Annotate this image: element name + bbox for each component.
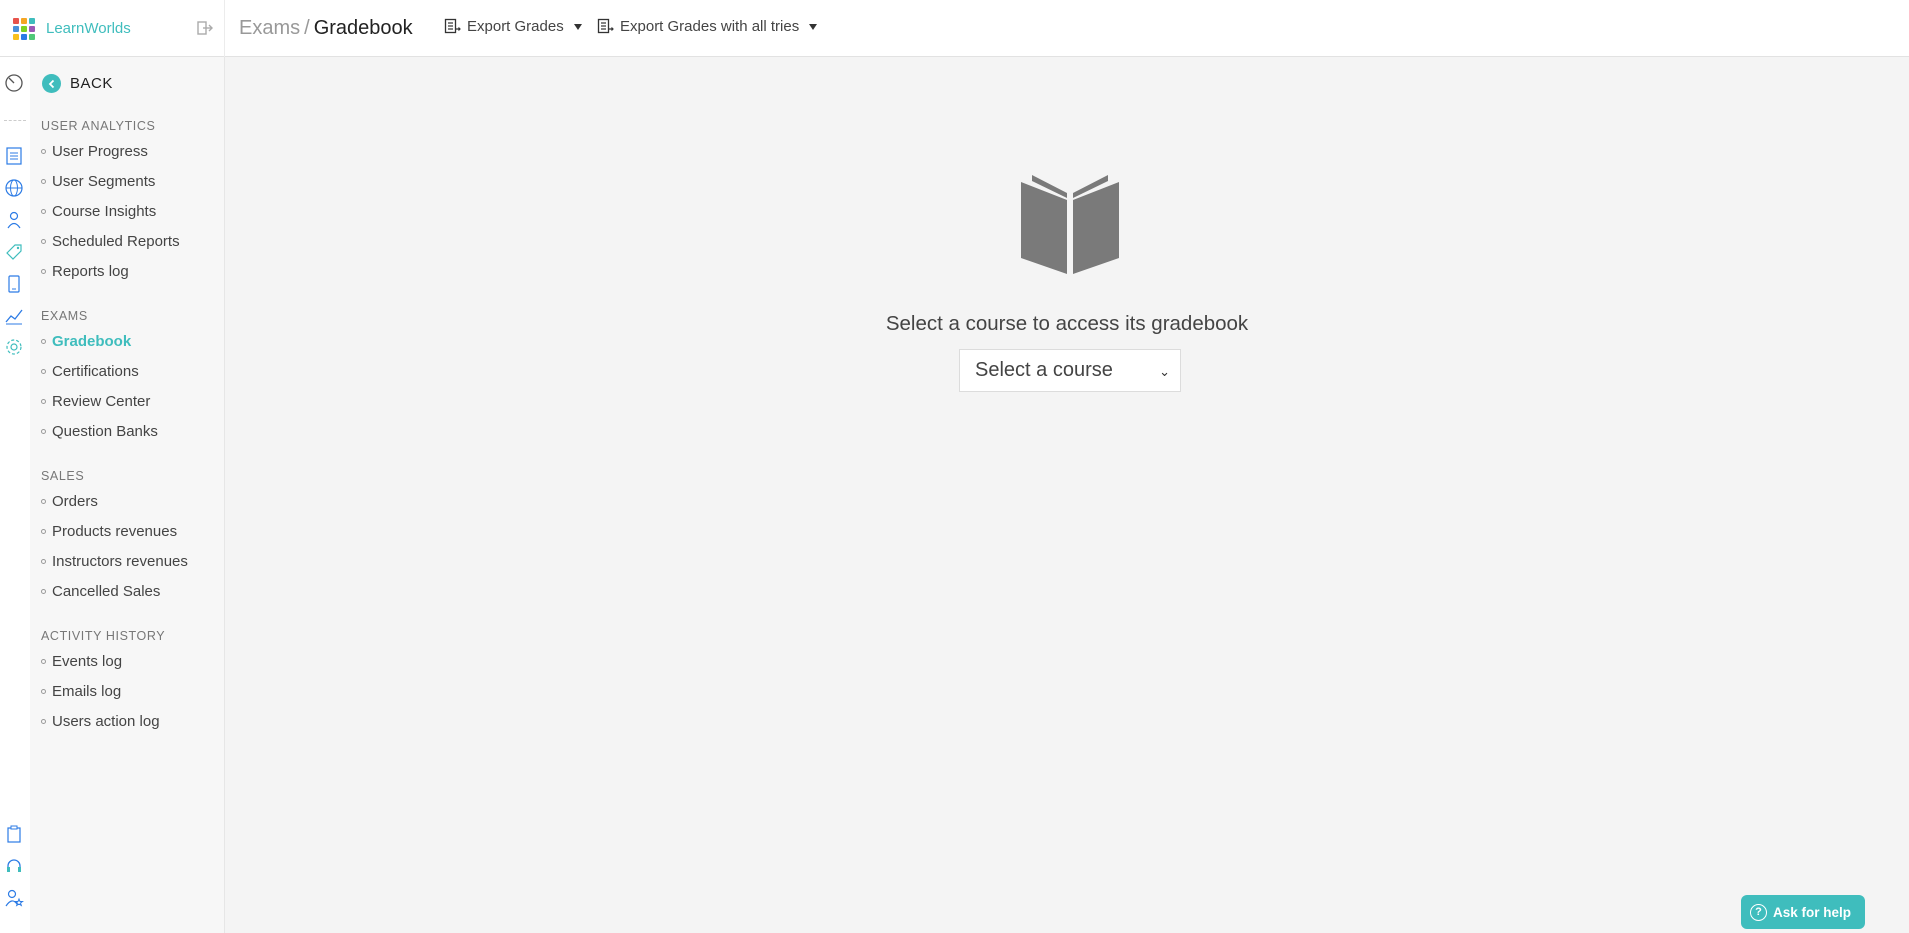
sidebar-item-events-log[interactable]: Events log xyxy=(41,653,122,670)
sidebar-item-review-center[interactable]: Review Center xyxy=(41,393,150,410)
sidebar: BACK USER ANALYTICS User Progress User S… xyxy=(30,57,225,933)
users-icon[interactable] xyxy=(4,210,24,230)
page-title: Gradebook xyxy=(313,17,413,39)
sidebar-item-cancelled-sales[interactable]: Cancelled Sales xyxy=(41,583,160,600)
sidebar-item-emails-log[interactable]: Emails log xyxy=(41,683,121,700)
icon-rail xyxy=(0,57,30,933)
export-grades-label: Export Grades xyxy=(467,18,564,35)
empty-state-message: Select a course to access its gradebook xyxy=(885,312,1249,335)
sidebar-item-instructors-revenues[interactable]: Instructors revenues xyxy=(41,553,188,570)
user-star-icon[interactable] xyxy=(4,888,24,908)
top-bar: LearnWorlds Exams / Gradebook Export Grade… xyxy=(0,0,1909,57)
globe-icon[interactable] xyxy=(4,178,24,198)
tag-icon[interactable] xyxy=(4,242,24,262)
logout-icon[interactable] xyxy=(196,19,214,37)
sidebar-item-gradebook[interactable]: Gradebook xyxy=(41,333,131,350)
ask-for-help-button[interactable]: ? Ask for help xyxy=(1741,895,1865,929)
brand-area: LearnWorlds xyxy=(0,0,225,57)
pages-icon[interactable] xyxy=(4,146,24,166)
breadcrumb-separator: / xyxy=(304,17,310,39)
headset-icon[interactable] xyxy=(4,856,24,876)
sidebar-item-user-progress[interactable]: User Progress xyxy=(41,143,148,160)
export-grades-button[interactable]: Export Grades xyxy=(444,18,582,35)
course-select-value: Select a course xyxy=(975,359,1113,381)
sidebar-item-scheduled-reports[interactable]: Scheduled Reports xyxy=(41,233,180,250)
analytics-icon[interactable] xyxy=(4,306,24,326)
sidebar-item-certifications[interactable]: Certifications xyxy=(41,363,139,380)
help-icon: ? xyxy=(1750,903,1767,921)
course-select[interactable]: Select a course ⌄ xyxy=(959,349,1181,392)
export-all-tries-label: Export Grades with all tries xyxy=(620,18,800,35)
chevron-down-icon: ⌄ xyxy=(1159,364,1170,379)
breadcrumb: Exams / Gradebook xyxy=(239,17,413,40)
rail-divider xyxy=(4,120,26,121)
sidebar-item-reports-log[interactable]: Reports log xyxy=(41,263,129,280)
sidebar-item-course-insights[interactable]: Course Insights xyxy=(41,203,156,220)
help-label: Ask for help xyxy=(1773,904,1852,920)
section-title-user-analytics: USER ANALYTICS xyxy=(41,119,156,133)
breadcrumb-parent[interactable]: Exams xyxy=(239,17,300,39)
section-title-exams: EXAMS xyxy=(41,309,88,323)
mobile-icon[interactable] xyxy=(4,274,24,294)
brand-name[interactable]: LearnWorlds xyxy=(46,20,131,37)
export-file-icon xyxy=(597,18,614,34)
back-button[interactable]: BACK xyxy=(42,74,113,93)
section-title-sales: SALES xyxy=(41,469,85,483)
dashboard-icon[interactable] xyxy=(4,73,24,93)
settings-icon[interactable] xyxy=(4,337,24,357)
sidebar-item-products-revenues[interactable]: Products revenues xyxy=(41,523,177,540)
caret-down-icon xyxy=(809,23,818,30)
section-title-activity-history: ACTIVITY HISTORY xyxy=(41,629,166,643)
caret-down-icon xyxy=(573,23,582,30)
back-label: BACK xyxy=(70,75,113,92)
back-arrow-icon xyxy=(42,74,61,93)
open-book-icon xyxy=(1021,175,1119,274)
sidebar-item-users-action-log[interactable]: Users action log xyxy=(41,713,160,730)
export-grades-all-tries-button[interactable]: Export Grades with all tries xyxy=(597,18,818,35)
sidebar-item-user-segments[interactable]: User Segments xyxy=(41,173,155,190)
export-file-icon xyxy=(444,18,461,34)
sidebar-item-question-banks[interactable]: Question Banks xyxy=(41,423,158,440)
sidebar-item-orders[interactable]: Orders xyxy=(41,493,98,510)
apps-grid-icon[interactable] xyxy=(13,17,35,40)
clipboard-icon[interactable] xyxy=(4,824,24,844)
